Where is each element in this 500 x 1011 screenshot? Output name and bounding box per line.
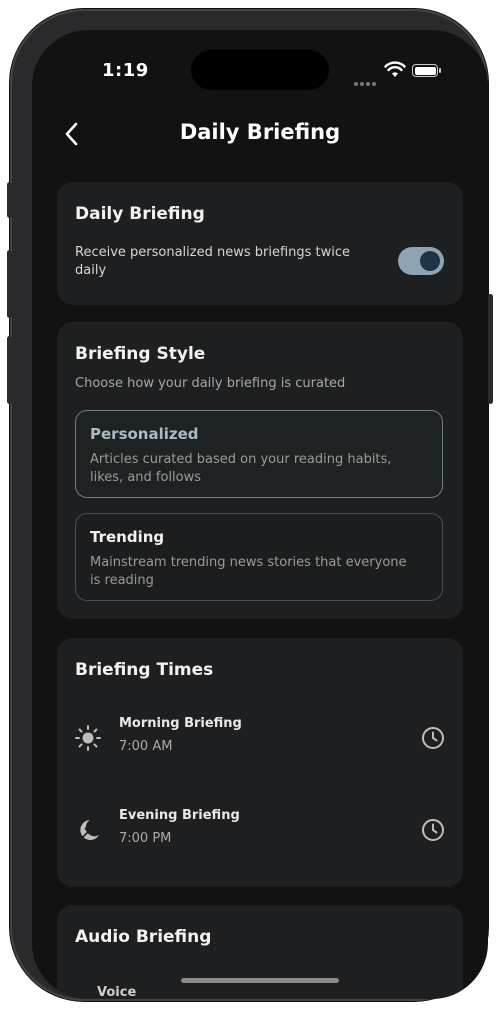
time-row-label: Morning Briefing [119, 716, 242, 731]
option-description: Articles curated based on your reading h… [90, 452, 392, 485]
daily-briefing-title: Daily Briefing [75, 204, 205, 224]
time-row-value: 7:00 AM [119, 739, 173, 754]
wifi-icon [384, 61, 406, 77]
power-button [488, 294, 493, 404]
briefing-style-subtitle: Choose how your daily briefing is curate… [75, 376, 346, 391]
status-time: 1:19 [102, 60, 149, 81]
sun-icon [75, 725, 101, 751]
briefing-style-card: Briefing Style Choose how your daily bri… [57, 322, 463, 619]
briefing-times-card: Briefing Times Morning Briefing 7:00 AM … [57, 638, 463, 887]
side-button [7, 182, 12, 218]
morning-briefing-row[interactable]: Morning Briefing 7:00 AM [57, 704, 463, 774]
home-indicator[interactable] [181, 978, 339, 983]
daily-briefing-toggle[interactable] [398, 247, 444, 275]
moon-icon [80, 820, 99, 840]
audio-briefing-title: Audio Briefing [75, 927, 212, 947]
page-title: Daily Briefing [179, 120, 341, 144]
time-row-label: Evening Briefing [119, 808, 240, 823]
clock-icon[interactable] [421, 818, 445, 842]
toggle-knob [420, 251, 440, 271]
style-option-personalized[interactable]: Personalized Articles curated based on y… [75, 410, 443, 498]
option-description: Mainstream trending news stories that ev… [90, 555, 407, 588]
volume-up-button [7, 250, 12, 318]
evening-briefing-row[interactable]: Evening Briefing 7:00 PM [57, 796, 463, 866]
phone-frame: 1:19 Daily Briefing Daily Briefing Recei… [10, 9, 488, 1001]
signal-dots-icon [354, 71, 378, 90]
daily-briefing-card: Daily Briefing Receive personalized news… [57, 182, 463, 305]
daily-briefing-description: Receive personalized news briefings twic… [75, 245, 351, 278]
option-title: Personalized [90, 425, 199, 443]
audio-voice-label: Voice [97, 985, 137, 999]
status-indicators [354, 61, 464, 86]
battery-icon [412, 64, 441, 77]
briefing-style-title: Briefing Style [75, 344, 206, 364]
clock-icon[interactable] [421, 726, 445, 750]
time-row-value: 7:00 PM [119, 831, 172, 846]
briefing-times-title: Briefing Times [75, 660, 214, 680]
screen: 1:19 Daily Briefing Daily Briefing Recei… [32, 30, 488, 999]
style-option-trending[interactable]: Trending Mainstream trending news storie… [75, 513, 443, 601]
option-title: Trending [90, 528, 165, 546]
dynamic-island [191, 50, 329, 90]
volume-down-button [7, 336, 12, 404]
